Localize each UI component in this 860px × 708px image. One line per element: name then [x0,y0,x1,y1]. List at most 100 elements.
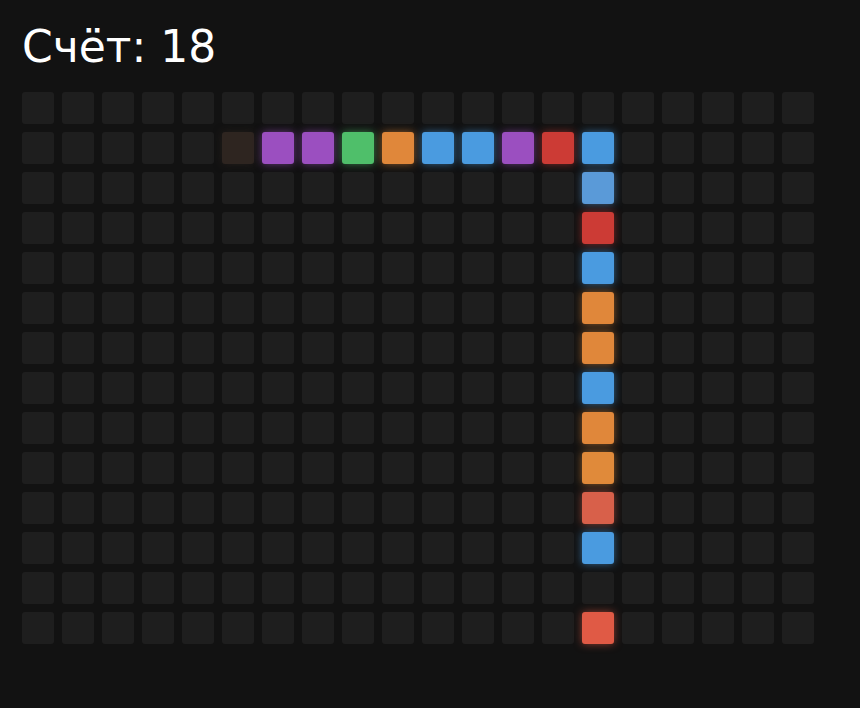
grid-cell [742,452,774,484]
grid-cell [542,572,574,604]
grid-cell [262,452,294,484]
grid-cell [622,492,654,524]
grid-cell [382,492,414,524]
snake-segment [582,172,614,204]
grid-cell [182,612,214,644]
grid-cell [262,292,294,324]
grid-cell [422,572,454,604]
grid-cell [382,252,414,284]
grid-cell [742,372,774,404]
grid-cell [462,572,494,604]
grid-cell [622,212,654,244]
grid-cell [622,532,654,564]
grid-cell [742,92,774,124]
grid-cell [542,212,574,244]
grid-cell [782,292,814,324]
grid-cell [702,412,734,444]
grid-cell [342,212,374,244]
grid-cell [742,412,774,444]
grid-cell [382,612,414,644]
snake-segment [542,132,574,164]
grid-cell [342,532,374,564]
grid-cell [102,212,134,244]
grid-cell [662,612,694,644]
grid-cell [702,332,734,364]
grid-cell [142,132,174,164]
grid-cell [62,172,94,204]
grid-cell [702,372,734,404]
grid-cell [422,412,454,444]
grid-cell [182,132,214,164]
grid-cell [782,172,814,204]
snake-segment [582,332,614,364]
grid-cell [62,412,94,444]
grid-cell [662,132,694,164]
game-board [22,92,838,644]
grid-cell [662,412,694,444]
grid-cell [62,492,94,524]
grid-cell [22,412,54,444]
snake-segment [582,132,614,164]
grid-cell [622,332,654,364]
grid-cell [542,92,574,124]
grid-cell [742,292,774,324]
grid-cell [782,92,814,124]
game-screen: Счёт: 18 [0,0,860,708]
grid-cell [302,172,334,204]
grid-cell [22,612,54,644]
grid-cell [302,492,334,524]
grid-cell [262,532,294,564]
grid-cell [342,172,374,204]
grid-cell [102,252,134,284]
grid-cell [102,572,134,604]
grid-cell [102,292,134,324]
grid-cell [102,332,134,364]
grid-cell [382,452,414,484]
grid-cell [542,492,574,524]
grid-cell [182,332,214,364]
grid-cell [502,492,534,524]
grid-cell [222,412,254,444]
grid-cell [342,492,374,524]
grid-cell [302,252,334,284]
grid-cell [22,532,54,564]
grid-cell [782,452,814,484]
grid-cell [222,452,254,484]
snake-segment [462,132,494,164]
grid-cell [142,212,174,244]
grid-cell [702,252,734,284]
grid-cell [142,412,174,444]
snake-segment [382,132,414,164]
grid-cell [222,612,254,644]
grid-cell [302,452,334,484]
grid-cell [182,252,214,284]
grid-cell [702,172,734,204]
grid-cell [422,92,454,124]
grid-cell [462,612,494,644]
grid-cell [502,452,534,484]
grid-cell [182,92,214,124]
grid-cell [262,332,294,364]
grid-cell [382,372,414,404]
grid-cell [62,332,94,364]
grid-cell [262,372,294,404]
grid-cell [62,532,94,564]
snake-segment [582,492,614,524]
grid-cell [62,252,94,284]
grid-cell [62,212,94,244]
grid-cell [182,532,214,564]
grid-cell [302,532,334,564]
snake-segment [582,452,614,484]
snake-segment [582,532,614,564]
grid-cell [742,612,774,644]
grid-cell [462,332,494,364]
grid-cell [262,572,294,604]
grid-cell [462,412,494,444]
grid-cell [502,532,534,564]
grid-cell [62,452,94,484]
grid-cell [622,372,654,404]
grid-cell [582,92,614,124]
grid-cell [142,92,174,124]
grid-cell [142,532,174,564]
grid-cell [542,172,574,204]
